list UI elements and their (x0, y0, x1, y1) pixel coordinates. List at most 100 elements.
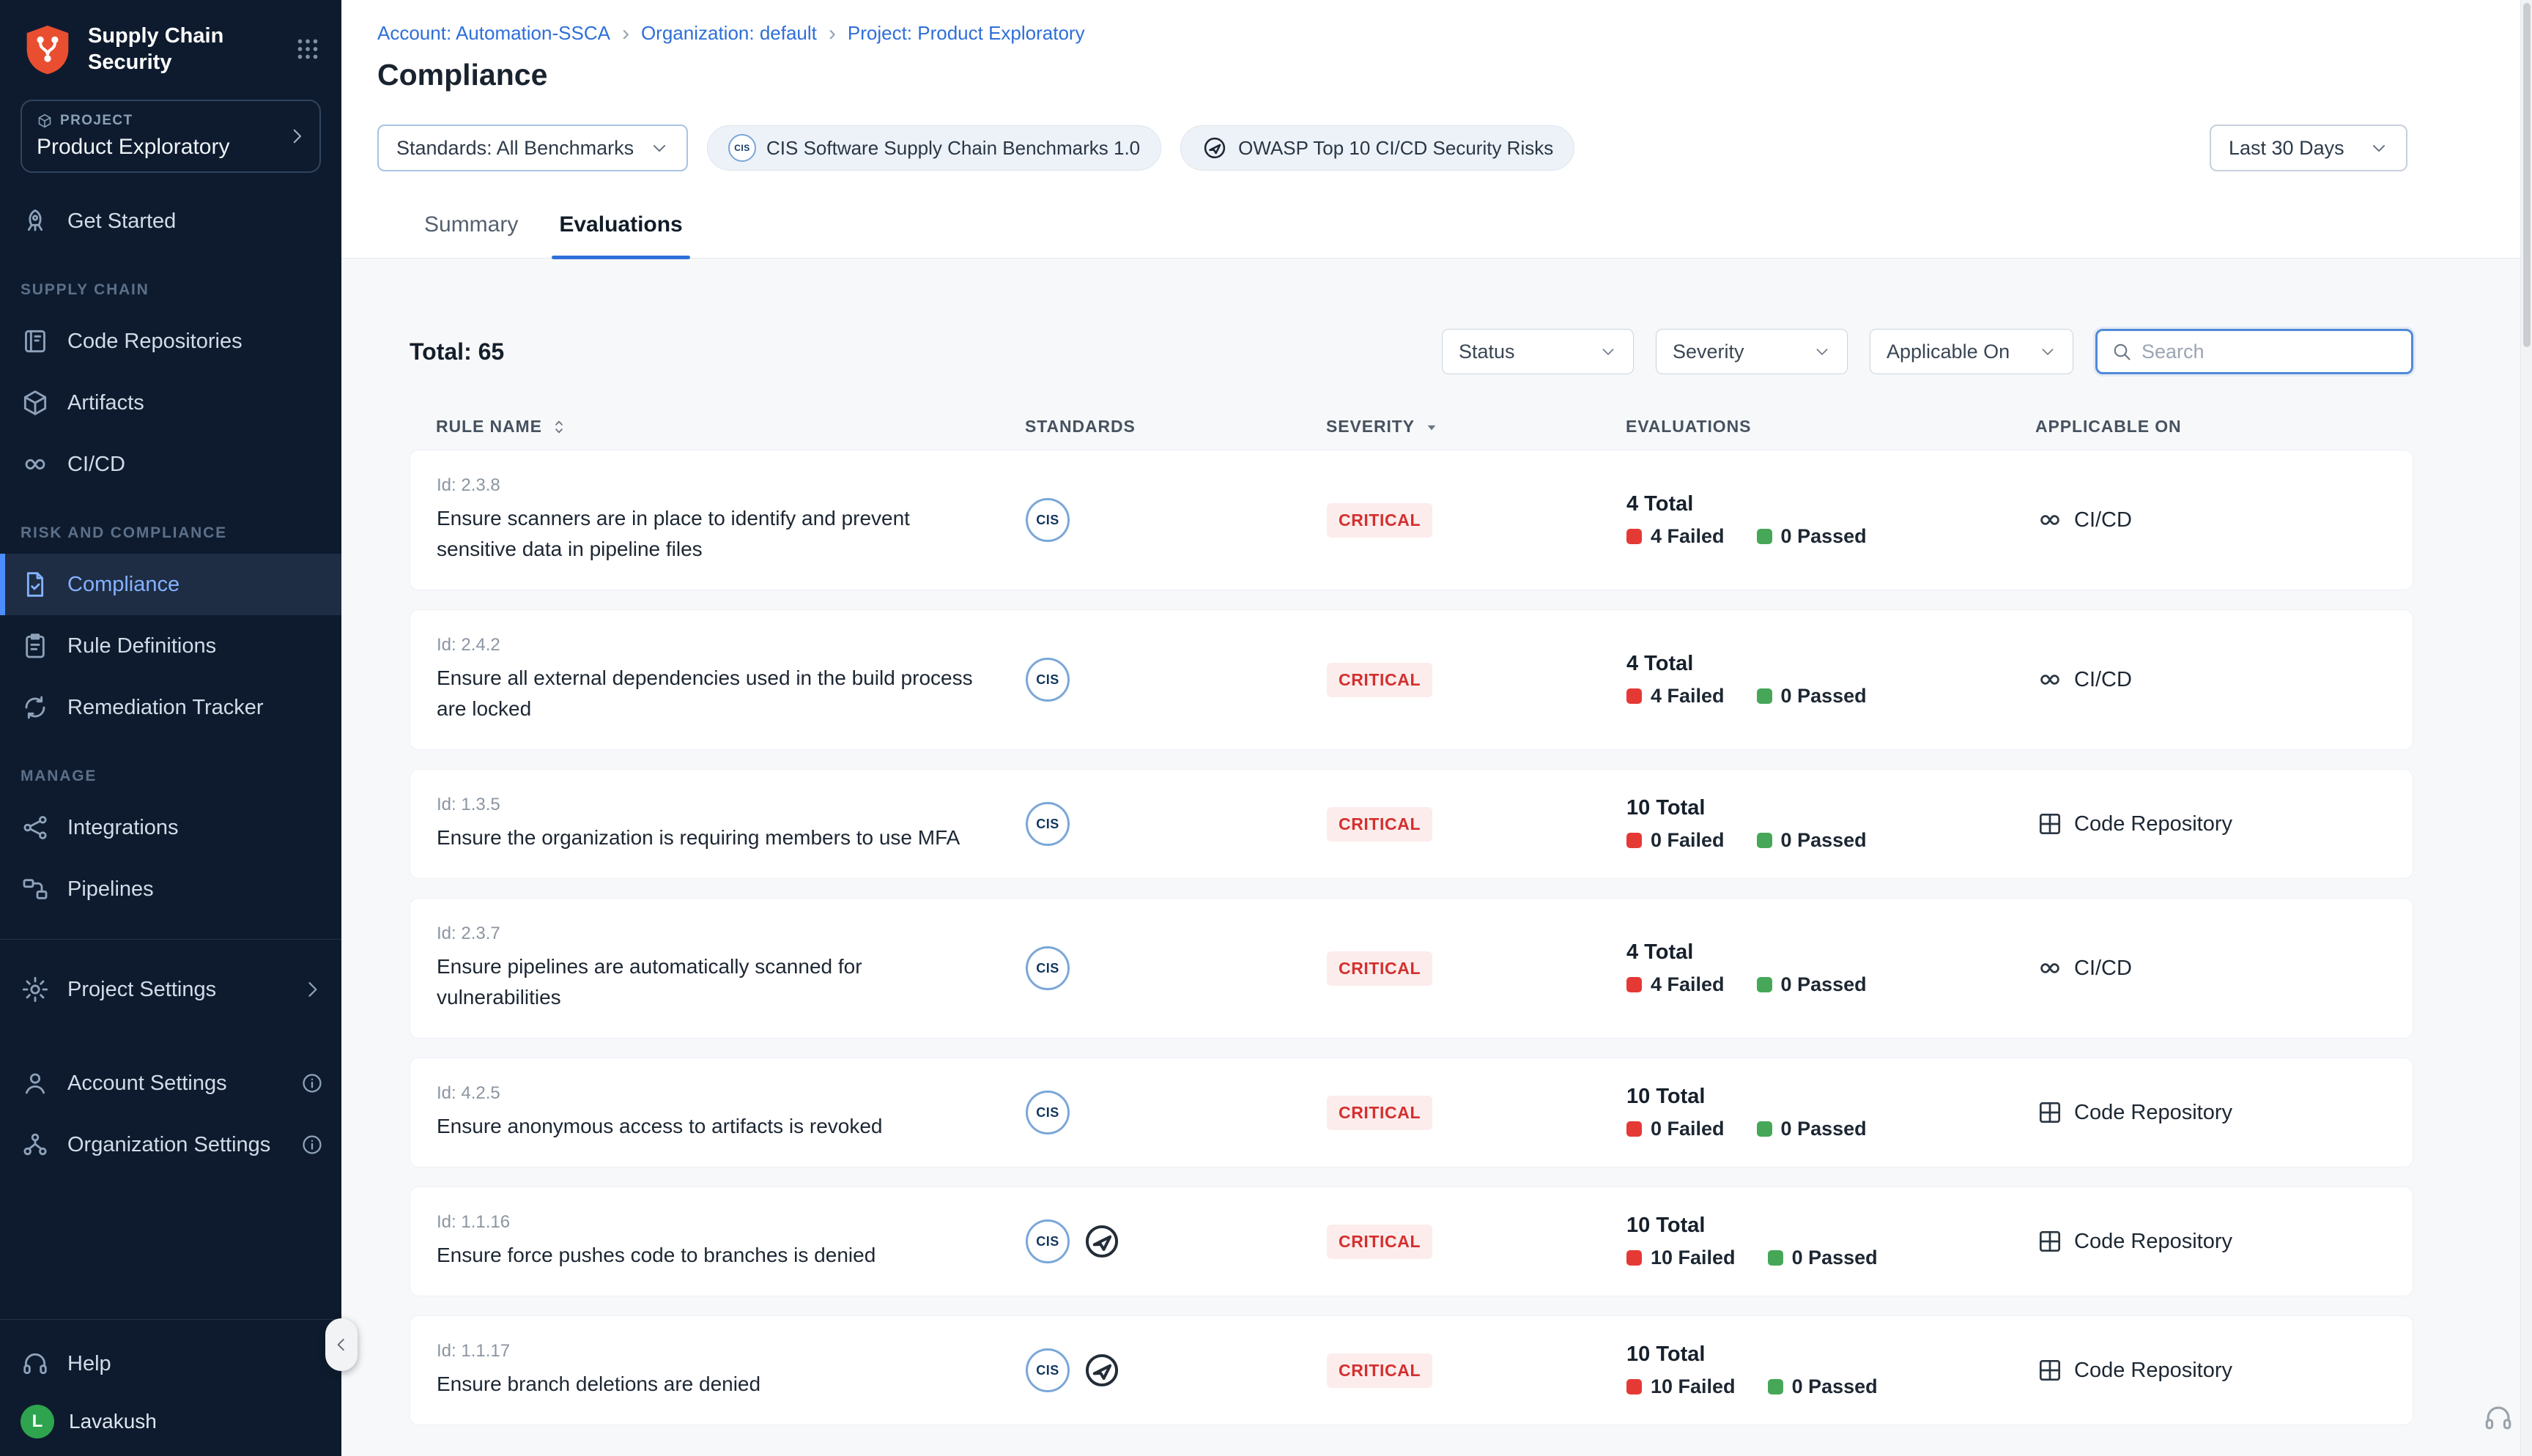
passed-square-icon (1757, 688, 1772, 704)
apps-grid-icon[interactable] (295, 36, 321, 62)
column-header-rule-name[interactable]: RULE NAME (436, 417, 1025, 437)
breadcrumb-separator: › (829, 23, 836, 45)
table-row[interactable]: Id: 2.3.8 Ensure scanners are in place t… (410, 450, 2413, 590)
infinity-icon (21, 450, 50, 479)
table-row[interactable]: Id: 2.4.2 Ensure all external dependenci… (410, 609, 2413, 750)
chevron-down-icon (2039, 343, 2057, 360)
sidebar-footer: Help L Lavakush (0, 1319, 341, 1456)
page-header: Account: Automation-SSCA › Organization:… (341, 0, 2532, 171)
rule-name: Ensure force pushes code to branches is … (437, 1240, 986, 1271)
pipeline-icon (21, 874, 50, 904)
project-name: Product Exploratory (37, 135, 305, 160)
chevron-down-icon (650, 138, 669, 157)
sidebar-item-get-started[interactable]: Get Started (0, 190, 341, 252)
date-range-dropdown[interactable]: Last 30 Days (2210, 125, 2407, 171)
cicd-infinity-icon (2036, 506, 2064, 534)
scrollbar[interactable] (2520, 0, 2532, 1456)
passed-count: 0 Passed (1757, 829, 1867, 852)
table-row[interactable]: Id: 2.3.7 Ensure pipelines are automatic… (410, 898, 2413, 1039)
brand: Supply Chain Security (0, 0, 341, 94)
gear-icon (21, 975, 50, 1004)
code-repository-icon (2036, 1099, 2064, 1126)
section-supply-chain: SUPPLY CHAIN (0, 252, 341, 311)
sidebar-item-cicd[interactable]: CI/CD (0, 434, 341, 495)
status-filter-dropdown[interactable]: Status (1442, 329, 1634, 374)
sidebar-item-help[interactable]: Help (0, 1333, 341, 1394)
main-content: Account: Automation-SSCA › Organization:… (341, 0, 2532, 1456)
chevron-right-icon (300, 978, 324, 1001)
failed-square-icon (1626, 1250, 1642, 1266)
chevron-down-icon (1599, 343, 1617, 360)
integrations-icon (21, 813, 50, 842)
passed-count: 0 Passed (1757, 525, 1867, 548)
sidebar-item-rule-definitions[interactable]: Rule Definitions (0, 615, 341, 677)
column-header-evaluations: EVALUATIONS (1626, 417, 2035, 437)
table-row[interactable]: Id: 1.3.5 Ensure the organization is req… (410, 769, 2413, 879)
rule-name: Ensure all external dependencies used in… (437, 663, 986, 724)
tab-evaluations[interactable]: Evaluations (559, 212, 682, 258)
code-repository-icon (2036, 1227, 2064, 1255)
breadcrumb-account[interactable]: Account: Automation-SSCA (377, 22, 610, 45)
code-repository-icon (2036, 1356, 2064, 1384)
passed-count: 0 Passed (1768, 1247, 1878, 1269)
user-menu[interactable]: L Lavakush (0, 1394, 341, 1438)
repository-icon (21, 327, 50, 356)
user-icon (21, 1069, 50, 1098)
cis-benchmark-chip[interactable]: CIS CIS Software Supply Chain Benchmarks… (707, 125, 1161, 171)
sidebar-item-code-repositories[interactable]: Code Repositories (0, 311, 341, 372)
search-box (2095, 329, 2413, 374)
owasp-standard-icon (1081, 1350, 1122, 1391)
sidebar-item-integrations[interactable]: Integrations (0, 797, 341, 858)
passed-square-icon (1757, 833, 1772, 848)
table-row[interactable]: Id: 1.1.16 Ensure force pushes code to b… (410, 1186, 2413, 1296)
project-cube-icon (37, 113, 53, 129)
rule-id: Id: 2.4.2 (437, 635, 1026, 655)
cicd-infinity-icon (2036, 666, 2064, 694)
chevron-left-icon (332, 1335, 351, 1354)
sidebar-item-organization-settings[interactable]: Organization Settings (0, 1114, 341, 1175)
applicable-on-cell: Code Repository (2036, 810, 2413, 838)
breadcrumb-organization[interactable]: Organization: default (641, 22, 817, 45)
tab-summary[interactable]: Summary (424, 212, 518, 258)
cis-standard-icon: CIS (1026, 1091, 1070, 1134)
breadcrumb-separator: › (622, 23, 629, 45)
sidebar-item-project-settings[interactable]: Project Settings (0, 959, 341, 1020)
chevron-down-icon (2369, 138, 2388, 157)
sidebar-item-remediation-tracker[interactable]: Remediation Tracker (0, 677, 341, 738)
rule-id: Id: 1.1.17 (437, 1341, 1026, 1362)
scrollbar-thumb[interactable] (2523, 3, 2531, 347)
filters: Status Severity Applicable On (1442, 329, 2413, 374)
failed-count: 0 Failed (1626, 829, 1725, 852)
compliance-document-icon (21, 570, 50, 599)
table-row[interactable]: Id: 1.1.17 Ensure branch deletions are d… (410, 1315, 2413, 1425)
severity-filter-dropdown[interactable]: Severity (1656, 329, 1848, 374)
failed-square-icon (1626, 1379, 1642, 1394)
applicable-on-cell: CI/CD (2036, 506, 2413, 534)
toolbar: Standards: All Benchmarks CIS CIS Softwa… (377, 125, 2407, 171)
cis-standard-icon: CIS (1026, 498, 1070, 542)
project-selector[interactable]: PROJECT Product Exploratory (21, 100, 321, 173)
evaluations-panel: Total: 65 Status Severity Applicable On (341, 259, 2532, 1456)
column-header-severity[interactable]: SEVERITY (1326, 417, 1626, 437)
applicable-on-cell: Code Repository (2036, 1356, 2413, 1384)
sidebar-item-compliance[interactable]: Compliance (0, 554, 341, 615)
app-root: Supply Chain Security PROJECT Product Ex… (0, 0, 2532, 1456)
organization-icon (21, 1130, 50, 1159)
standards-filter-dropdown[interactable]: Standards: All Benchmarks (377, 125, 688, 171)
cis-standard-icon: CIS (1026, 802, 1070, 846)
failed-count: 4 Failed (1626, 973, 1725, 996)
applicable-on-cell: CI/CD (2036, 954, 2413, 982)
sidebar-item-account-settings[interactable]: Account Settings (0, 1052, 341, 1114)
applicable-on-filter-dropdown[interactable]: Applicable On (1870, 329, 2073, 374)
applicable-on-cell: CI/CD (2036, 666, 2413, 694)
search-input[interactable] (2142, 341, 2398, 363)
cicd-infinity-icon (2036, 954, 2064, 982)
sidebar-collapse-handle[interactable] (325, 1318, 358, 1371)
table-row[interactable]: Id: 4.2.5 Ensure anonymous access to art… (410, 1058, 2413, 1167)
help-floating-icon[interactable] (2482, 1402, 2514, 1434)
sidebar-item-pipelines[interactable]: Pipelines (0, 858, 341, 920)
applicable-on-cell: Code Repository (2036, 1227, 2413, 1255)
breadcrumb-project[interactable]: Project: Product Exploratory (848, 22, 1085, 45)
sidebar-item-artifacts[interactable]: Artifacts (0, 372, 341, 434)
owasp-benchmark-chip[interactable]: OWASP Top 10 CI/CD Security Risks (1180, 125, 1574, 171)
